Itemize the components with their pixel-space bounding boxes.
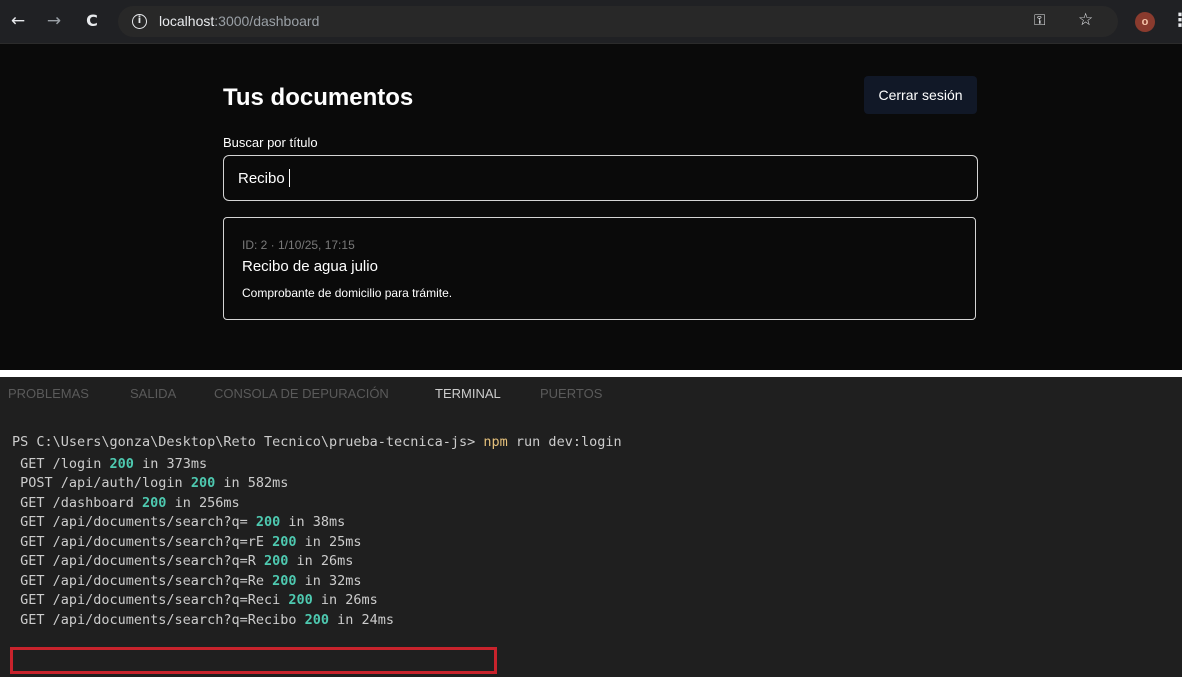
log-request: POST /api/auth/login (12, 475, 191, 491)
terminal-log-line: GET /api/documents/search?q=Recibo 200 i… (12, 611, 622, 631)
profile-avatar[interactable]: o (1135, 12, 1155, 32)
tab-terminal[interactable]: TERMINAL (435, 386, 501, 401)
search-input[interactable] (223, 155, 978, 201)
log-request: GET /api/documents/search?q=Re (12, 572, 273, 589)
log-time: in 256ms (166, 494, 240, 511)
tab-consola-depuracion[interactable]: CONSOLA DE DEPURACIÓN (214, 386, 389, 401)
document-meta: ID: 2 · 1/10/25, 17:15 (242, 238, 355, 252)
terminal-prompt-line: PS C:\Users\gonza\Desktop\Reto Tecnico\p… (12, 433, 622, 453)
document-card[interactable]: ID: 2 · 1/10/25, 17:15 Recibo de agua ju… (223, 217, 976, 320)
forward-arrow-icon[interactable]: → (42, 9, 66, 33)
terminal-log-line: POST /api/auth/login 200 in 582ms (12, 474, 622, 494)
tab-problemas[interactable]: PROBLEMAS (8, 386, 89, 401)
browser-toolbar: ← → C i localhost:3000/dashboard ⚿ ☆ o ⋮ (0, 0, 1182, 44)
document-title: Recibo de agua julio (242, 258, 378, 275)
log-request: GET /api/documents/search?q=R (12, 553, 264, 569)
page-title: Tus documentos (223, 84, 414, 111)
url-path: :3000/dashboard (214, 13, 320, 29)
document-description: Comprobante de domicilio para trámite. (242, 286, 453, 300)
terminal-log-line: GET /api/documents/search?q= 200 in 38ms (12, 513, 622, 533)
log-status: 200 (190, 475, 216, 491)
log-time: in 25ms (296, 533, 362, 550)
log-request: GET /dashboard (12, 494, 143, 511)
search-label: Buscar por título (223, 135, 318, 150)
command-args: run dev:login (507, 434, 622, 450)
log-status: 200 (272, 572, 297, 589)
prompt-path: PS C:\Users\gonza\Desktop\Reto Tecnico\p… (12, 434, 484, 450)
url-text[interactable]: localhost:3000/dashboard (159, 13, 319, 29)
terminal-log-line: GET /dashboard 200 in 256ms (12, 494, 622, 514)
log-status: 200 (255, 514, 281, 530)
log-request: GET /api/documents/search?q=rE (12, 533, 273, 550)
log-time: in 373ms (133, 455, 208, 472)
log-request: GET /api/documents/search?q=Recibo (12, 611, 305, 628)
terminal-log-line: GET /api/documents/search?q=Reci 200 in … (12, 591, 622, 611)
log-status: 200 (304, 611, 329, 628)
log-status: 200 (109, 455, 134, 472)
log-time: in 26ms (288, 553, 354, 569)
screenshot-separator (0, 370, 1182, 377)
log-status: 200 (263, 553, 289, 569)
bookmark-star-icon[interactable]: ☆ (1078, 10, 1093, 30)
tab-salida[interactable]: SALIDA (130, 386, 176, 401)
text-caret (289, 169, 290, 187)
tab-puertos[interactable]: PUERTOS (540, 386, 602, 401)
request-log: GET /login 200 in 373ms POST /api/auth/l… (12, 455, 622, 631)
terminal-log-line: GET /api/documents/search?q=Re 200 in 32… (12, 572, 622, 592)
kebab-menu-icon[interactable]: ⋮ (1171, 10, 1182, 31)
highlight-box (10, 647, 497, 674)
log-time: in 38ms (280, 514, 346, 530)
log-status: 200 (142, 494, 167, 511)
url-host: localhost (159, 13, 215, 29)
dashboard-page: Tus documentos Cerrar sesión Buscar por … (0, 44, 1182, 370)
terminal-log-line: GET /api/documents/search?q=R 200 in 26m… (12, 552, 622, 572)
address-bar[interactable]: i localhost:3000/dashboard ⚿ ☆ (118, 6, 1118, 37)
terminal-log-line: GET /login 200 in 373ms (12, 455, 622, 475)
log-time: in 32ms (296, 572, 362, 589)
command-name: npm (483, 434, 508, 450)
terminal-panel: PROBLEMAS SALIDA CONSOLA DE DEPURACIÓN T… (0, 377, 1182, 677)
terminal-output[interactable]: PS C:\Users\gonza\Desktop\Reto Tecnico\p… (12, 433, 622, 630)
log-request: GET /api/documents/search?q=Reci (12, 592, 289, 608)
back-arrow-icon[interactable]: ← (6, 9, 30, 33)
log-status: 200 (288, 592, 313, 608)
log-time: in 26ms (312, 592, 378, 608)
logout-button[interactable]: Cerrar sesión (864, 76, 977, 114)
log-request: GET /login (12, 455, 110, 472)
terminal-log-line: GET /api/documents/search?q=rE 200 in 25… (12, 533, 622, 553)
password-key-icon[interactable]: ⚿ (1034, 11, 1045, 29)
log-status: 200 (272, 533, 297, 550)
log-time: in 582ms (215, 475, 289, 491)
reload-icon[interactable]: C (80, 9, 104, 33)
log-request: GET /api/documents/search?q= (12, 514, 256, 530)
site-info-icon[interactable]: i (132, 14, 147, 29)
log-time: in 24ms (329, 611, 395, 628)
